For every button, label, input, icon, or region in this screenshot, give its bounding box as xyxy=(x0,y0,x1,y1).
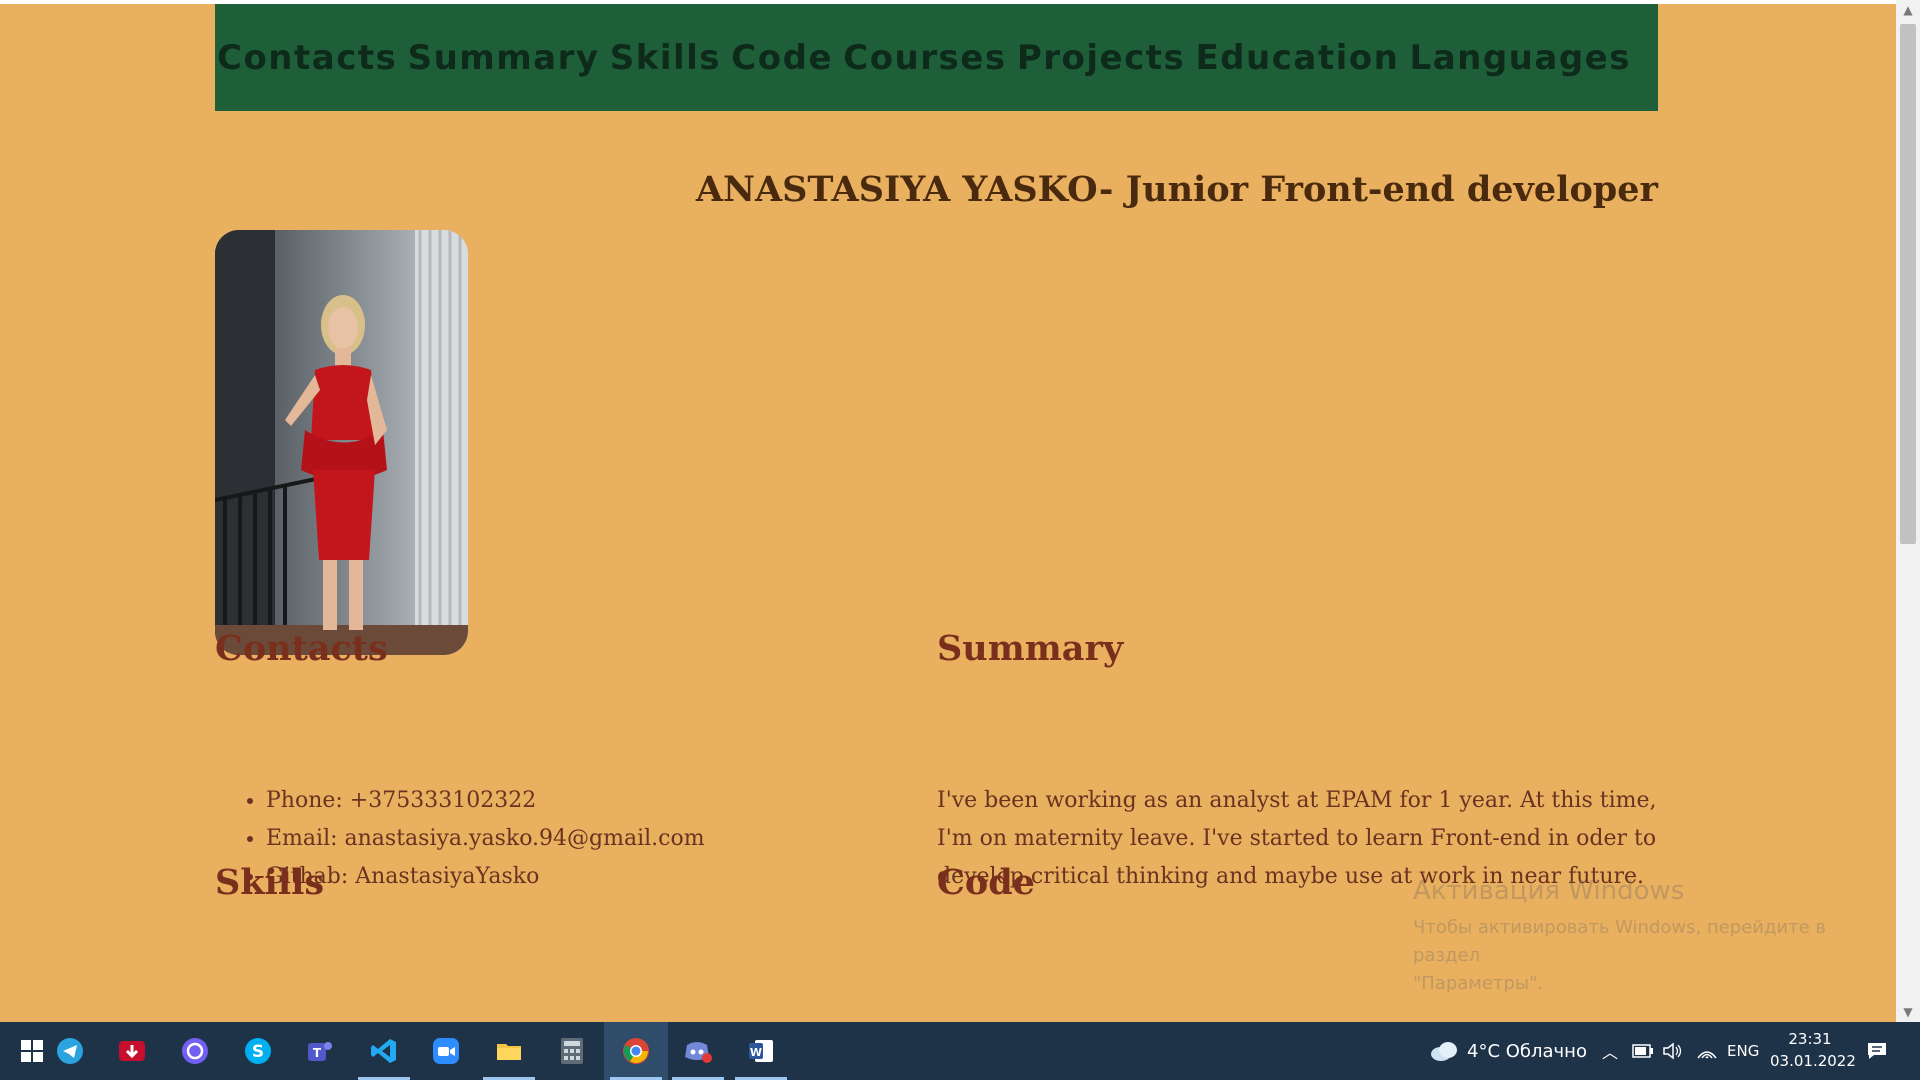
download-manager-icon[interactable] xyxy=(100,1022,164,1080)
battery-icon[interactable] xyxy=(1632,1022,1654,1080)
notification-center-icon[interactable] xyxy=(1866,1022,1888,1080)
watermark-line-2: "Параметры". xyxy=(1413,973,1544,994)
main-nav: Contacts Summary Skills Code Courses Pro… xyxy=(215,4,1658,111)
nav-link-skills[interactable]: Skills xyxy=(610,38,721,78)
scroll-thumb[interactable] xyxy=(1900,24,1916,544)
cloud-icon xyxy=(1431,1042,1457,1061)
vertical-scrollbar[interactable]: ▲ ▼ xyxy=(1896,0,1920,1022)
weather-text: 4°C Облачно xyxy=(1467,1040,1587,1062)
weather-widget[interactable]: 4°C Облачно xyxy=(1429,1022,1587,1080)
scroll-up-arrow-icon[interactable]: ▲ xyxy=(1896,0,1920,20)
code-heading: Code xyxy=(937,862,1035,903)
contact-email: Email: anastasiya.yasko.94@gmail.com xyxy=(266,820,705,858)
browser-viewport: Contacts Summary Skills Code Courses Pro… xyxy=(0,0,1896,1022)
nav-link-languages[interactable]: Languages xyxy=(1410,38,1631,78)
windows-taskbar: S T W 4°C Облачно ︿ ENG 23:31 03.01.2022 xyxy=(0,1022,1920,1080)
skype-icon[interactable]: S xyxy=(226,1022,290,1080)
contacts-heading: Contacts xyxy=(215,628,388,669)
clock-time: 23:31 xyxy=(1788,1030,1832,1048)
teams-icon[interactable]: T xyxy=(288,1022,352,1080)
contact-phone: Phone: +375333102322 xyxy=(266,782,705,820)
zoom-icon[interactable] xyxy=(414,1022,478,1080)
volume-icon[interactable] xyxy=(1662,1022,1684,1080)
nav-link-courses[interactable]: Courses xyxy=(843,38,1006,78)
watermark-line-1: Чтобы активировать Windows, перейдите в … xyxy=(1413,917,1827,966)
scroll-down-arrow-icon[interactable]: ▼ xyxy=(1896,1002,1920,1022)
tray-overflow-chevron-icon[interactable]: ︿ xyxy=(1602,1022,1618,1080)
windows-activation-watermark: Активация Windows Чтобы активировать Win… xyxy=(1413,876,1896,998)
input-language[interactable]: ENG xyxy=(1727,1022,1759,1080)
calculator-icon[interactable] xyxy=(540,1022,604,1080)
svg-text:W: W xyxy=(750,1046,762,1059)
system-clock[interactable]: 23:31 03.01.2022 xyxy=(1770,1028,1856,1072)
word-icon[interactable]: W xyxy=(729,1022,793,1080)
wifi-icon[interactable] xyxy=(1696,1022,1718,1080)
chrome-icon[interactable] xyxy=(604,1022,668,1080)
page-title: ANASTASIYA YASKO- Junior Front-end devel… xyxy=(695,169,1658,211)
vscode-icon[interactable] xyxy=(352,1022,416,1080)
nav-link-summary[interactable]: Summary xyxy=(408,38,600,78)
svg-text:S: S xyxy=(252,1042,264,1062)
profile-photo xyxy=(215,230,468,655)
skills-heading: Skills xyxy=(215,862,325,903)
summary-heading: Summary xyxy=(937,628,1124,669)
nav-link-projects[interactable]: Projects xyxy=(1017,38,1185,78)
nav-link-code[interactable]: Code xyxy=(731,38,833,78)
discord-icon[interactable] xyxy=(666,1022,730,1080)
watermark-title: Активация Windows xyxy=(1413,876,1685,906)
contact-github: Githab: AnastasiyaYasko xyxy=(266,858,705,896)
nav-link-education[interactable]: Education xyxy=(1195,38,1399,78)
clock-date: 03.01.2022 xyxy=(1770,1052,1856,1070)
viber-icon[interactable] xyxy=(163,1022,227,1080)
telegram-icon[interactable] xyxy=(38,1022,102,1080)
svg-text:T: T xyxy=(313,1046,322,1060)
nav-link-contacts[interactable]: Contacts xyxy=(217,38,397,78)
file-explorer-icon[interactable] xyxy=(477,1022,541,1080)
